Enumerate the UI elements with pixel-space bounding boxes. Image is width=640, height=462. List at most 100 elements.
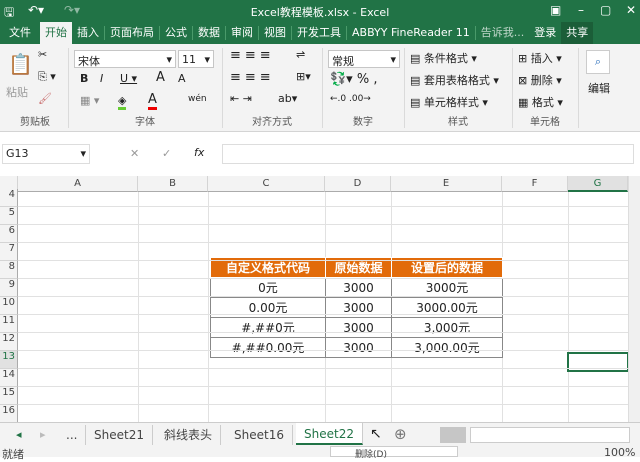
zoom-level[interactable]: 100% (604, 446, 635, 459)
number-format-select[interactable]: 常规 ▾ (328, 50, 400, 68)
cell[interactable]: 0元 (210, 277, 326, 298)
row-header[interactable]: 14 (0, 369, 18, 387)
maximize-icon[interactable]: ▢ (600, 3, 611, 17)
conditional-format-label: 条件格式 ▾ (423, 52, 477, 65)
table-format-button[interactable]: ▤ 套用表格格式 ▾ (410, 72, 499, 88)
tab-abbyy[interactable]: ABBYY FineReader 11 (347, 26, 476, 40)
row-header[interactable]: 12 (0, 333, 18, 351)
row-header[interactable]: 4 (0, 189, 18, 207)
share-button[interactable]: 共享 (561, 22, 594, 44)
shrink-font-icon[interactable]: A (178, 72, 186, 85)
formula-input[interactable] (222, 144, 634, 164)
tab-page-layout[interactable]: 页面布局 (105, 26, 160, 40)
bold-icon[interactable]: B (80, 72, 88, 85)
sheet-tab[interactable]: Sheet16 (226, 425, 293, 445)
tab-file[interactable]: 文件 (0, 26, 40, 40)
sheet-tab[interactable]: 斜线表头 (156, 425, 222, 445)
tab-developer[interactable]: 开发工具 (292, 26, 347, 40)
cell[interactable]: #,##0元 (210, 317, 326, 338)
enter-icon[interactable]: ✓ (162, 147, 171, 160)
underline-icon[interactable]: U ▾ (120, 72, 137, 85)
worksheet-grid[interactable]: A B C D E F G 自定义格式代码 原始数据 设置后的数据 0元 3000 30… (0, 176, 628, 422)
font-size-select[interactable]: 11 ▾ (178, 50, 214, 68)
grow-font-icon[interactable]: A (156, 70, 165, 85)
col-header-f[interactable]: F (502, 176, 568, 192)
sign-in[interactable]: 登录 (529, 26, 561, 40)
format-label: 格式 ▾ (531, 96, 563, 109)
indent-icons[interactable]: ⇤ ⇥ (230, 92, 252, 105)
cell[interactable]: 3000 (325, 317, 392, 338)
tab-home[interactable]: 开始 (40, 22, 72, 44)
row-header[interactable]: 15 (0, 387, 18, 405)
minimize-icon[interactable]: – (578, 3, 584, 17)
tab-review[interactable]: 审阅 (226, 26, 259, 40)
row-header[interactable]: 16 (0, 405, 18, 422)
row-header[interactable]: 6 (0, 225, 18, 243)
conditional-format-button[interactable]: ▤ 条件格式 ▾ (410, 50, 477, 66)
insert-cells-button[interactable]: ⊞ 插入 ▾ (518, 50, 562, 66)
context-menu-delete[interactable]: 删除(D) (330, 446, 458, 460)
row-header[interactable]: 7 (0, 243, 18, 261)
font-name-select[interactable]: 宋体 ▾ (74, 50, 176, 68)
insert-function-button[interactable]: fx (194, 146, 204, 159)
cancel-icon[interactable]: ✕ (130, 147, 139, 160)
tab-view[interactable]: 视图 (259, 26, 292, 40)
wrap-text-icon[interactable]: ⇌ (296, 48, 305, 61)
row-header[interactable]: 5 (0, 207, 18, 225)
sheet-tab-active[interactable]: Sheet22 (296, 423, 363, 445)
vertical-scrollbar[interactable] (628, 176, 640, 422)
format-painter-icon[interactable]: 🖌 (38, 92, 52, 105)
name-box[interactable]: G13 ▾ (2, 144, 90, 164)
cell[interactable]: 3,000.00元 (391, 337, 503, 358)
orientation-icon[interactable]: ab▾ (278, 92, 297, 105)
col-header-c[interactable]: C (208, 176, 325, 192)
horizontal-scrollbar[interactable] (470, 427, 630, 443)
sheet-tab[interactable]: Sheet21 (86, 425, 153, 445)
delete-cells-button[interactable]: ⊠ 删除 ▾ (518, 72, 562, 88)
border-icon[interactable]: ▦ ▾ (80, 94, 99, 107)
fill-color-icon[interactable]: ◈ (118, 94, 127, 110)
row-header[interactable]: 10 (0, 297, 18, 315)
col-header-e[interactable]: E (391, 176, 502, 192)
vertical-align-icons[interactable]: ≡≡≡ (230, 48, 275, 63)
cut-icon[interactable]: ✂ (38, 48, 47, 61)
format-cells-button[interactable]: ▦ 格式 ▾ (518, 94, 563, 110)
cell[interactable]: 3000 (325, 337, 392, 358)
cell-style-button[interactable]: ▤ 单元格样式 ▾ (410, 94, 488, 110)
new-sheet-icon[interactable]: ⊕ (394, 425, 407, 443)
col-header-d[interactable]: D (325, 176, 391, 192)
currency-percent-comma[interactable]: 💱▾ % , (330, 72, 377, 87)
paste-icon[interactable]: 📋 (8, 52, 33, 76)
cell[interactable]: 3000 (325, 277, 392, 298)
row-header[interactable]: 11 (0, 315, 18, 333)
phonetic-icon[interactable]: wén (188, 94, 207, 104)
paste-button[interactable]: 粘贴 (6, 84, 28, 100)
scroll-left-icon[interactable]: ◂ (16, 428, 22, 441)
row-header[interactable]: 8 (0, 261, 18, 279)
selected-cell-g13[interactable] (567, 352, 628, 372)
search-icon[interactable]: ⌕ (586, 50, 610, 74)
editing-button[interactable]: 编辑 (588, 80, 610, 96)
more-sheets[interactable]: ... (58, 425, 87, 445)
tab-insert[interactable]: 插入 (72, 26, 105, 40)
cell[interactable]: 3000元 (391, 277, 503, 298)
row-header[interactable]: 9 (0, 279, 18, 297)
row-header[interactable]: 13 (0, 351, 18, 369)
cell[interactable]: 3,000元 (391, 317, 503, 338)
ribbon-display-icon[interactable]: ▣ (550, 3, 561, 17)
horizontal-align-icons[interactable]: ≡≡≡ (230, 70, 275, 85)
tab-formulas[interactable]: 公式 (160, 26, 193, 40)
tab-data[interactable]: 数据 (193, 26, 226, 40)
merge-icon[interactable]: ⊞▾ (296, 70, 311, 83)
decimal-icons[interactable]: ←.0 .00→ (330, 94, 371, 104)
close-icon[interactable]: ✕ (626, 3, 636, 17)
tell-me[interactable]: 告诉我... (476, 26, 530, 40)
col-header-b[interactable]: B (138, 176, 208, 192)
font-color-icon[interactable]: A (148, 92, 157, 110)
col-header-a[interactable]: A (18, 176, 138, 192)
italic-icon[interactable]: I (100, 72, 103, 85)
scroll-right-icon[interactable]: ▸ (40, 428, 46, 441)
copy-icon[interactable]: ⎘ ▾ (38, 70, 56, 84)
cell[interactable]: #,##0.00元 (210, 337, 326, 358)
col-header-g[interactable]: G (568, 176, 628, 192)
